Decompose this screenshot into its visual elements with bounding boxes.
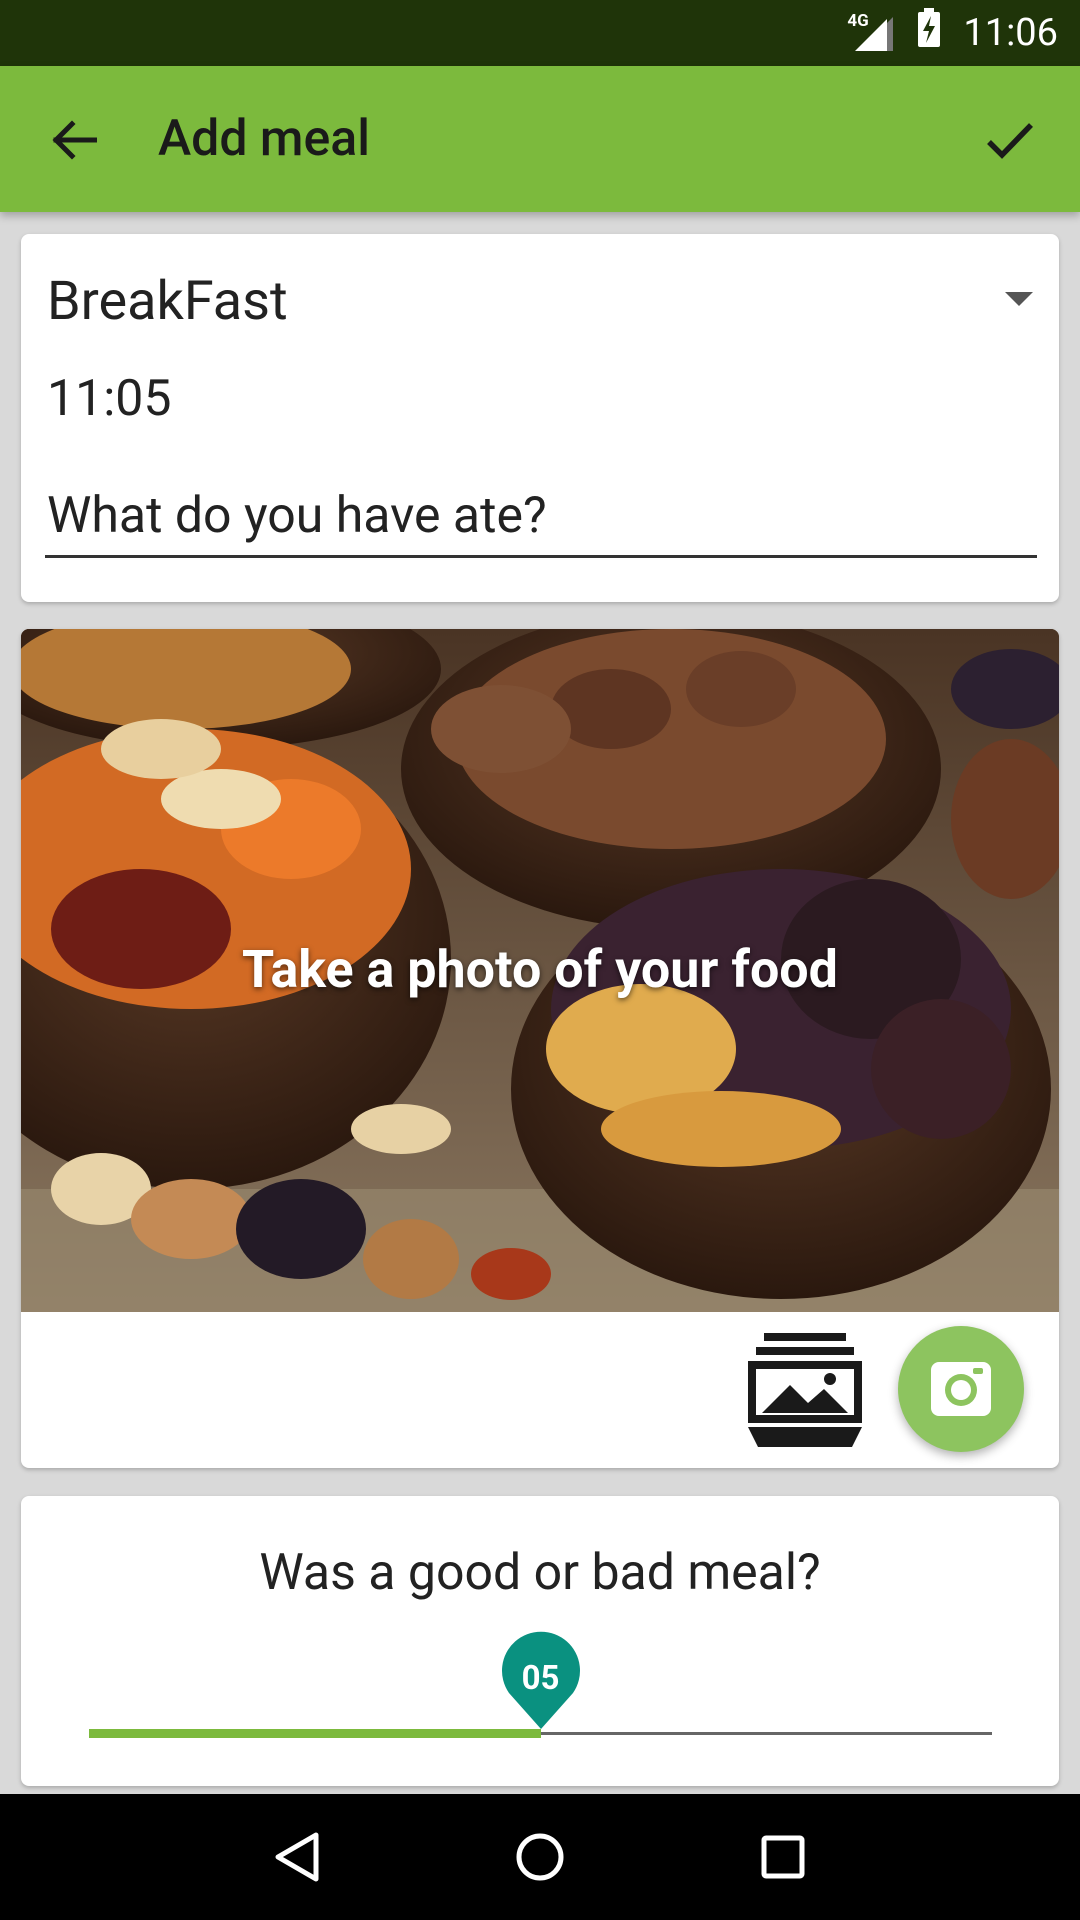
photo-caption: Take a photo of your food	[242, 939, 838, 1000]
meal-time[interactable]: 11:05	[47, 370, 172, 428]
check-icon	[987, 123, 1033, 159]
slider-fill	[89, 1729, 541, 1738]
meal-rating-card: Was a good or bad meal? 05	[21, 1496, 1059, 1786]
dropdown-arrow-icon[interactable]	[1005, 292, 1033, 312]
rating-slider-thumb[interactable]: 05	[501, 1631, 581, 1731]
save-button[interactable]	[982, 112, 1038, 168]
food-input[interactable]	[45, 484, 1037, 558]
camera-button[interactable]	[898, 1326, 1024, 1452]
meal-type-select[interactable]: BreakFast	[47, 270, 288, 333]
back-triangle-icon	[275, 1832, 319, 1882]
system-nav-bar	[0, 1794, 1080, 1920]
food-photo[interactable]: Take a photo of your food	[21, 629, 1059, 1312]
back-button[interactable]	[48, 114, 100, 166]
photo-card: Take a photo of your food	[21, 629, 1059, 1468]
nav-home-button[interactable]	[500, 1817, 580, 1897]
status-bar: 4G 11:06	[0, 0, 1080, 66]
nav-back-button[interactable]	[257, 1817, 337, 1897]
recents-square-icon	[761, 1835, 805, 1879]
nav-recents-button[interactable]	[743, 1817, 823, 1897]
app-bar: Add meal	[0, 66, 1080, 212]
rating-question: Was a good or bad meal?	[259, 1544, 821, 1602]
camera-icon	[931, 1362, 991, 1416]
gallery-button[interactable]	[744, 1329, 866, 1451]
signal-icon: 4G	[847, 11, 895, 53]
status-time: 11:06	[963, 11, 1058, 55]
arrow-back-icon	[52, 120, 97, 160]
battery-charging-icon	[917, 8, 941, 58]
slider-value: 05	[521, 1659, 560, 1698]
home-circle-icon	[516, 1833, 564, 1881]
meal-details-card: BreakFast 11:05	[21, 234, 1059, 602]
gallery-icon	[748, 1333, 862, 1447]
page-title: Add meal	[158, 110, 370, 168]
